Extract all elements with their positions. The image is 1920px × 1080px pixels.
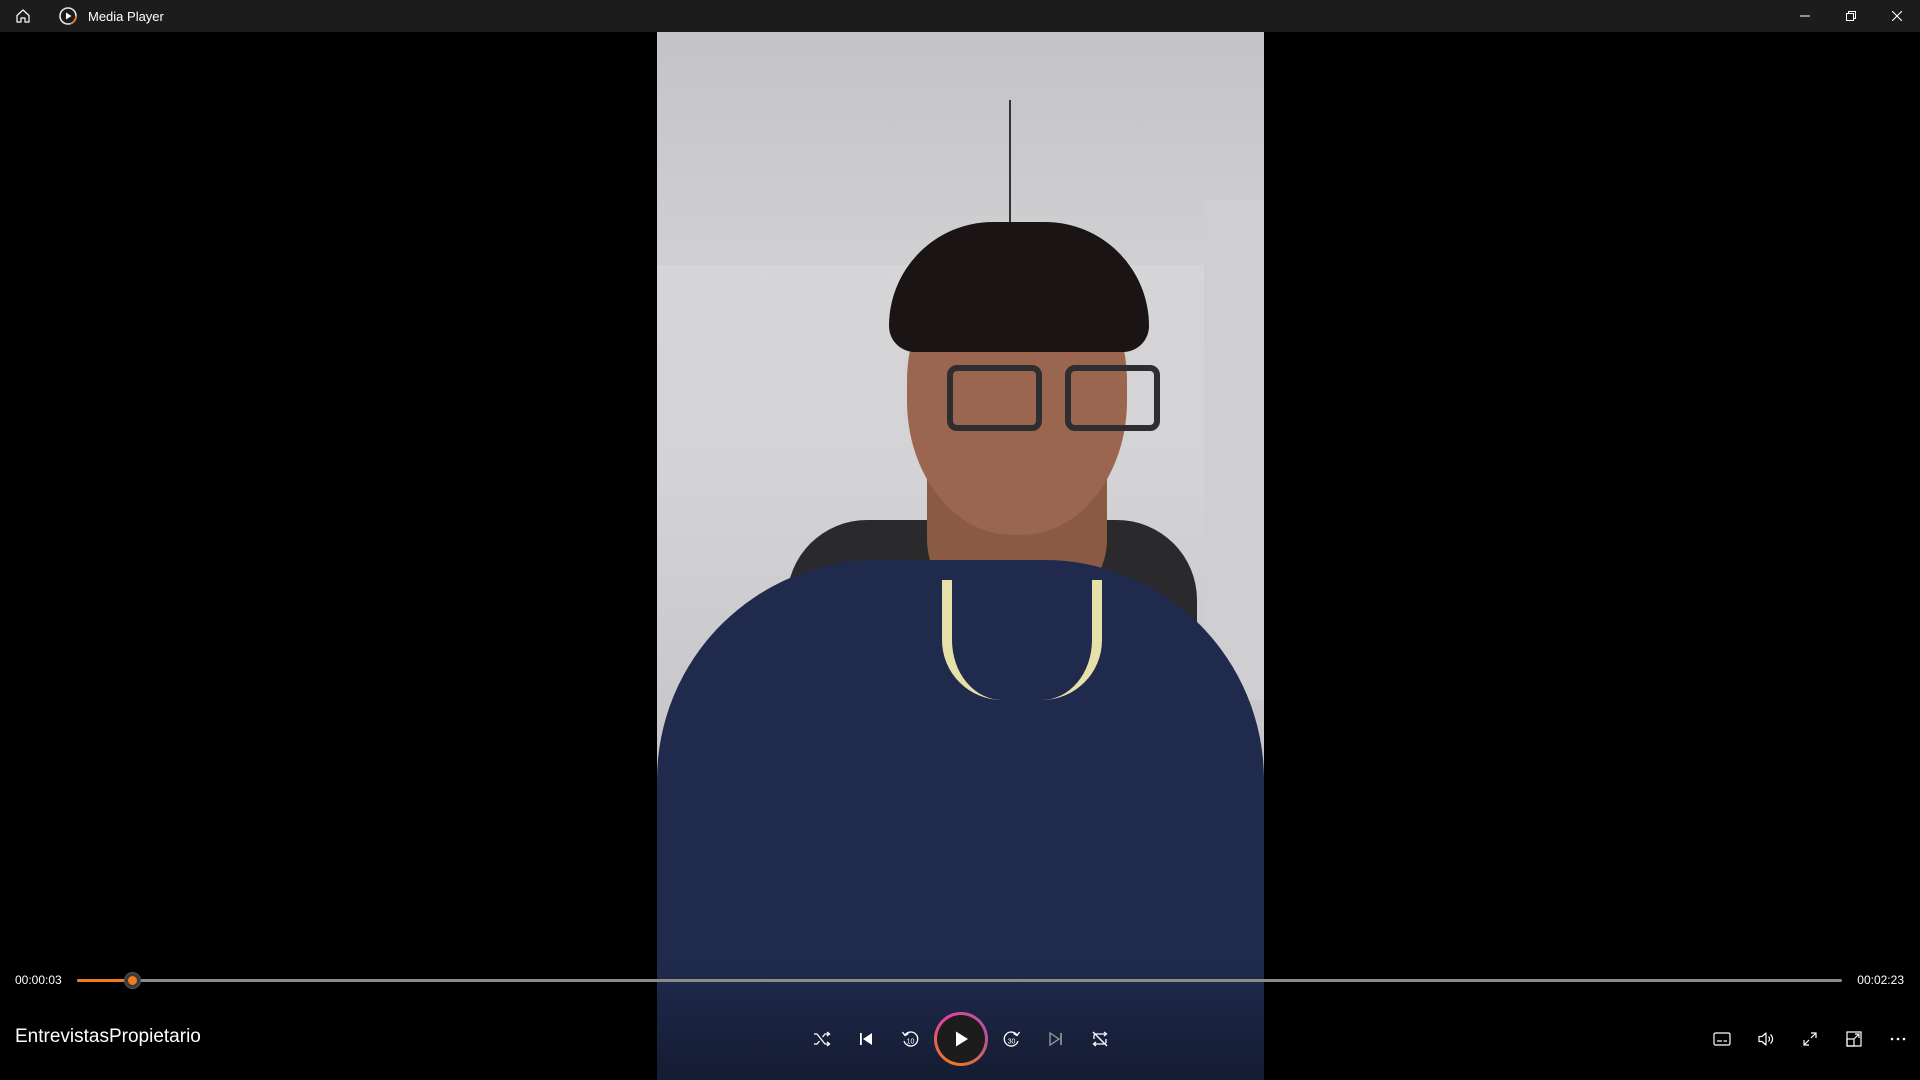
seek-slider-progress	[77, 979, 132, 982]
current-time: 00:00:03	[15, 973, 62, 987]
video-background	[657, 0, 1264, 265]
home-icon	[16, 9, 30, 23]
captions-button[interactable]	[1700, 1017, 1744, 1061]
repeat-button[interactable]	[1078, 1017, 1122, 1061]
seek-slider-track[interactable]	[77, 973, 1842, 988]
miniplayer-icon	[1846, 1031, 1862, 1047]
rewind-button[interactable]: 10	[888, 1017, 932, 1061]
video-person-collar	[942, 580, 1102, 700]
home-button[interactable]	[0, 0, 46, 32]
repeat-off-icon	[1092, 1031, 1108, 1047]
more-options-button[interactable]	[1876, 1017, 1920, 1061]
previous-icon	[860, 1033, 872, 1045]
media-player-icon	[59, 7, 77, 25]
title-bar: Media Player	[0, 0, 1920, 32]
view-controls	[1700, 1015, 1920, 1063]
playback-controls: 10 30	[800, 1012, 1122, 1066]
window-title: Media Player	[88, 8, 164, 24]
fullscreen-button[interactable]	[1788, 1017, 1832, 1061]
play-button-face	[937, 1015, 985, 1063]
minimize-icon	[1800, 15, 1810, 17]
close-button[interactable]	[1874, 0, 1920, 32]
previous-button[interactable]	[844, 1017, 888, 1061]
fullscreen-icon	[1803, 1032, 1817, 1046]
video-cable	[1009, 100, 1011, 230]
media-title: EntrevistasPropietario	[15, 1026, 201, 1047]
play-icon	[956, 1031, 968, 1047]
video-person-glasses	[947, 365, 1162, 435]
minimize-button[interactable]	[1782, 0, 1828, 32]
seek-slider-thumb[interactable]	[124, 973, 140, 988]
restore-button[interactable]	[1828, 0, 1874, 32]
control-bar: EntrevistasPropietario 10 30	[0, 1000, 1920, 1080]
next-icon	[1049, 1031, 1062, 1047]
captions-icon	[1713, 1032, 1731, 1046]
restore-icon	[1846, 11, 1856, 21]
miniplayer-button[interactable]	[1832, 1017, 1876, 1061]
seek-bar: 00:00:03 00:02:23	[0, 960, 1920, 1000]
total-time: 00:02:23	[1857, 973, 1904, 987]
forward-seconds-label: 30	[1008, 1039, 1016, 1046]
shuffle-button[interactable]	[800, 1017, 844, 1061]
rewind-seconds-label: 10	[907, 1039, 915, 1046]
play-button[interactable]	[934, 1012, 988, 1066]
close-icon	[1892, 11, 1902, 21]
shuffle-icon	[814, 1031, 831, 1047]
next-button[interactable]	[1034, 1017, 1078, 1061]
volume-icon	[1758, 1032, 1774, 1046]
video-wall	[1204, 200, 1264, 700]
video-frame[interactable]	[657, 0, 1264, 1080]
volume-button[interactable]	[1744, 1017, 1788, 1061]
forward-30-icon: 30	[1003, 1031, 1021, 1047]
forward-button[interactable]: 30	[990, 1017, 1034, 1061]
rewind-10-icon: 10	[901, 1031, 919, 1047]
app-icon	[58, 6, 78, 26]
more-icon	[1890, 1037, 1906, 1041]
